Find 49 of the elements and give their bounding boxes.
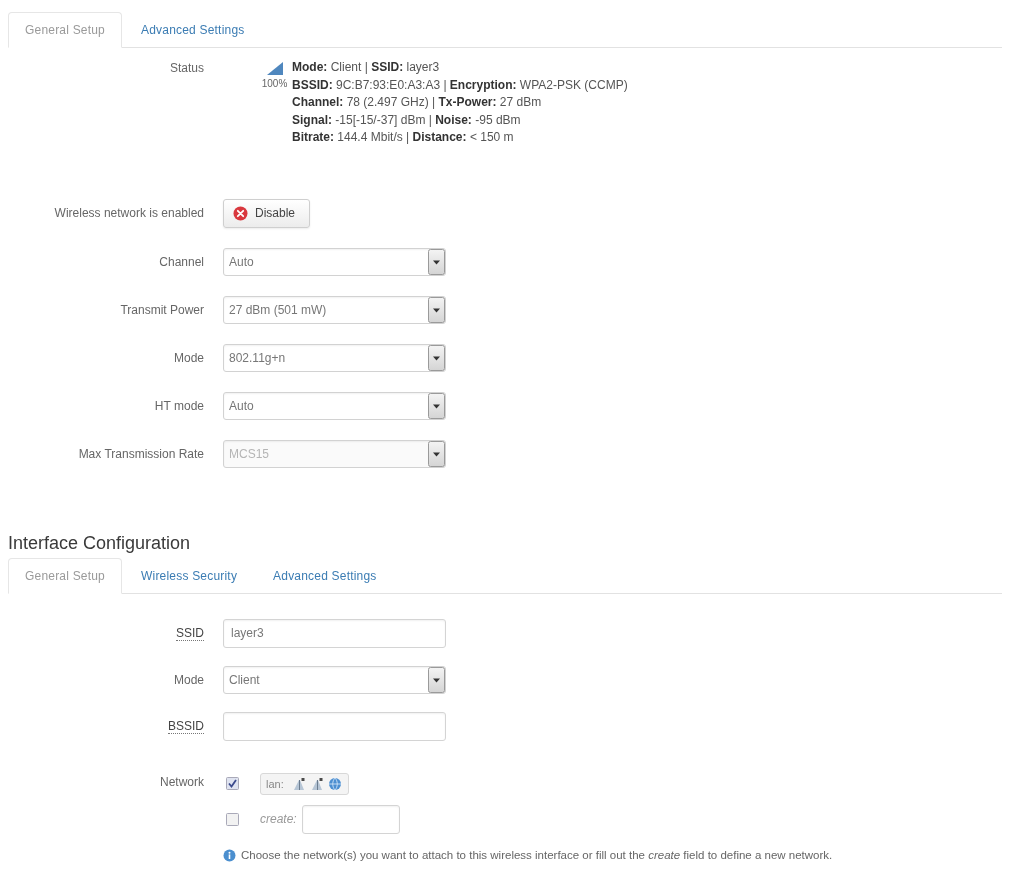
field-label: Channel — [159, 254, 204, 269]
field-label: Transmit Power — [120, 302, 204, 317]
field-label: Mode — [173, 672, 204, 687]
antenna-icon — [309, 776, 324, 791]
field-label: HT mode — [154, 398, 204, 413]
tab[interactable]: General Setup — [8, 557, 122, 594]
caret-icon — [428, 666, 445, 693]
tab[interactable]: Advanced Settings — [256, 557, 394, 594]
select-field[interactable]: Auto — [223, 391, 446, 420]
status-line: Signal: -15[-15/-37] dBm | Noise: -95 dBm — [292, 111, 522, 129]
select-field[interactable]: Client — [223, 665, 446, 694]
signal-icon — [265, 62, 284, 75]
signal-percent: 100% — [261, 77, 288, 91]
caret-icon — [428, 392, 445, 419]
info-icon — [223, 848, 236, 862]
field-label: Wireless network is enabled — [54, 206, 204, 220]
section-title: Interface Configuration — [8, 531, 192, 554]
checkbox[interactable] — [226, 777, 239, 790]
field-label: SSID — [176, 626, 204, 641]
field-label: Status — [169, 61, 204, 75]
status-line: BSSID: 9C:B7:93:E0:A3:A3 | Encryption: WPA2-PSK (CCMP) — [292, 76, 628, 94]
disable-button[interactable]: Disable — [223, 198, 311, 228]
select-field[interactable]: Auto — [223, 247, 446, 276]
network-name: lan: — [266, 777, 284, 790]
select-field[interactable]: 802.11g+n — [223, 343, 446, 372]
select-field[interactable]: 27 dBm (501 mW) — [223, 295, 446, 324]
status-line: Channel: 78 (2.497 GHz) | Tx-Power: 27 dBm — [292, 94, 543, 111]
field-label: Max Transmission Rate — [78, 446, 204, 461]
caret-icon — [428, 248, 445, 275]
field-label: Network — [160, 774, 204, 789]
tab[interactable]: General Setup — [8, 12, 122, 48]
input-field[interactable]: layer3 — [223, 618, 446, 648]
caret-icon — [428, 440, 445, 467]
input-field[interactable] — [223, 711, 446, 741]
input-field[interactable] — [302, 804, 400, 834]
tab[interactable]: Wireless Security — [124, 557, 255, 594]
tab[interactable]: Advanced Settings — [124, 12, 262, 48]
globe-icon — [327, 776, 342, 791]
status-line: Bitrate: 144.4 Mbit/s | Distance: < 150 m — [292, 129, 515, 146]
checkbox[interactable] — [226, 812, 239, 826]
status-line: Mode: Client | SSID: layer3 — [292, 59, 441, 76]
field-label: BSSID — [168, 719, 204, 734]
caret-icon — [428, 344, 445, 371]
help-text: Choose the network(s) you want to attach to this wireless interface or fill out the create field to define a new network. — [241, 849, 833, 861]
cancel-icon — [233, 205, 248, 221]
antenna-icon — [291, 776, 306, 791]
field-label: Mode — [173, 350, 204, 365]
caret-icon — [428, 296, 445, 323]
create-label: create: — [260, 812, 298, 826]
